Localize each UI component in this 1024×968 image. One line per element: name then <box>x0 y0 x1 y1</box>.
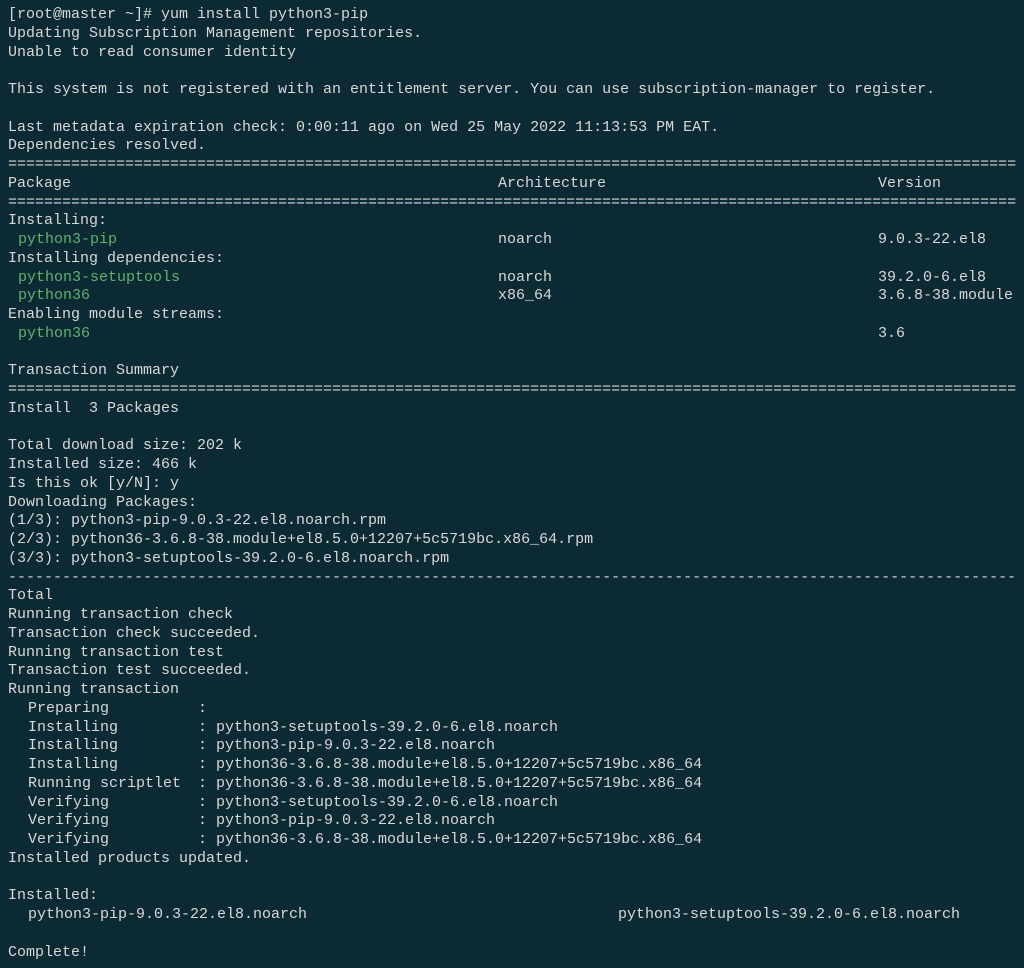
package-version: 3.6.8-38.module <box>878 287 1016 306</box>
step-value: : <box>198 700 1016 719</box>
output-line: Running transaction test <box>8 644 1016 663</box>
blank-line <box>8 925 1016 944</box>
output-line: Dependencies resolved. <box>8 137 1016 156</box>
package-name: python36 <box>8 287 498 306</box>
package-row: python3-setuptools noarch 39.2.0-6.el8 <box>8 269 1016 288</box>
header-architecture: Architecture <box>498 175 878 194</box>
step-label: Verifying <box>8 812 198 831</box>
blank-line <box>8 62 1016 81</box>
download-line: (1/3): python3-pip-9.0.3-22.el8.noarch.r… <box>8 512 1016 531</box>
output-line: Transaction test succeeded. <box>8 662 1016 681</box>
download-line: (2/3): python36-3.6.8-38.module+el8.5.0+… <box>8 531 1016 550</box>
output-line: This system is not registered with an en… <box>8 81 1016 100</box>
step-row: Installing: python3-pip-9.0.3-22.el8.noa… <box>8 737 1016 756</box>
divider-line: ========================================… <box>8 156 1016 175</box>
downloading-packages: Downloading Packages: <box>8 494 1016 513</box>
step-row: Installing: python3-setuptools-39.2.0-6.… <box>8 719 1016 738</box>
complete-line: Complete! <box>8 944 1016 963</box>
blank-line <box>8 100 1016 119</box>
step-label: Installing <box>8 756 198 775</box>
output-line: Transaction check succeeded. <box>8 625 1016 644</box>
step-value: : python3-pip-9.0.3-22.el8.noarch <box>198 812 1016 831</box>
step-value: : python3-pip-9.0.3-22.el8.noarch <box>198 737 1016 756</box>
step-value: : python3-setuptools-39.2.0-6.el8.noarch <box>198 719 1016 738</box>
section-installing-deps: Installing dependencies: <box>8 250 1016 269</box>
package-arch <box>498 325 878 344</box>
package-name: python36 <box>8 325 498 344</box>
section-enabling: Enabling module streams: <box>8 306 1016 325</box>
package-name: python3-setuptools <box>8 269 498 288</box>
step-row: Preparing: <box>8 700 1016 719</box>
step-label: Verifying <box>8 794 198 813</box>
step-row: Running scriptlet: python36-3.6.8-38.mod… <box>8 775 1016 794</box>
divider-line: ========================================… <box>8 194 1016 213</box>
package-name: python3-pip <box>8 231 498 250</box>
shell-prompt: [root@master ~]# <box>8 6 161 23</box>
step-label: Installing <box>8 737 198 756</box>
package-version: 9.0.3-22.el8 <box>878 231 1016 250</box>
installed-row: python3-pip-9.0.3-22.el8.noarch python3-… <box>8 906 1016 925</box>
step-value: : python36-3.6.8-38.module+el8.5.0+12207… <box>198 756 1016 775</box>
package-arch: noarch <box>498 269 878 288</box>
step-label: Installing <box>8 719 198 738</box>
step-row: Verifying: python3-pip-9.0.3-22.el8.noar… <box>8 812 1016 831</box>
installed-title: Installed: <box>8 887 1016 906</box>
divider-line: ========================================… <box>8 381 1016 400</box>
download-line: (3/3): python3-setuptools-39.2.0-6.el8.n… <box>8 550 1016 569</box>
total-download-size: Total download size: 202 k <box>8 437 1016 456</box>
step-row: Verifying: python3-setuptools-39.2.0-6.e… <box>8 794 1016 813</box>
package-arch: noarch <box>498 231 878 250</box>
command-text: yum install python3-pip <box>161 6 368 23</box>
output-line: Running transaction <box>8 681 1016 700</box>
package-version: 39.2.0-6.el8 <box>878 269 1016 288</box>
header-package: Package <box>8 175 498 194</box>
products-updated: Installed products updated. <box>8 850 1016 869</box>
blank-line <box>8 869 1016 888</box>
step-label: Running scriptlet <box>8 775 198 794</box>
output-line: Unable to read consumer identity <box>8 44 1016 63</box>
package-arch: x86_64 <box>498 287 878 306</box>
step-label: Verifying <box>8 831 198 850</box>
transaction-summary-title: Transaction Summary <box>8 362 1016 381</box>
package-version: 3.6 <box>878 325 1016 344</box>
blank-line <box>8 344 1016 363</box>
step-row: Installing: python36-3.6.8-38.module+el8… <box>8 756 1016 775</box>
installed-package: python3-pip-9.0.3-22.el8.noarch <box>8 906 618 925</box>
package-row: python36 3.6 <box>8 325 1016 344</box>
package-row: python3-pip noarch 9.0.3-22.el8 <box>8 231 1016 250</box>
install-count: Install 3 Packages <box>8 400 1016 419</box>
output-line: Updating Subscription Management reposit… <box>8 25 1016 44</box>
output-line: Running transaction check <box>8 606 1016 625</box>
step-row: Verifying: python36-3.6.8-38.module+el8.… <box>8 831 1016 850</box>
confirm-prompt: Is this ok [y/N]: y <box>8 475 1016 494</box>
total-line: Total <box>8 587 1016 606</box>
blank-line <box>8 419 1016 438</box>
installed-package: python3-setuptools-39.2.0-6.el8.noarch <box>618 906 1016 925</box>
installed-size: Installed size: 466 k <box>8 456 1016 475</box>
header-version: Version <box>878 175 1016 194</box>
step-label: Preparing <box>8 700 198 719</box>
step-value: : python3-setuptools-39.2.0-6.el8.noarch <box>198 794 1016 813</box>
section-installing: Installing: <box>8 212 1016 231</box>
output-line: Last metadata expiration check: 0:00:11 … <box>8 119 1016 138</box>
table-header: Package Architecture Version <box>8 175 1016 194</box>
prompt-line: [root@master ~]# yum install python3-pip <box>8 6 1016 25</box>
step-value: : python36-3.6.8-38.module+el8.5.0+12207… <box>198 775 1016 794</box>
dash-divider-line: ----------------------------------------… <box>8 569 1016 588</box>
step-value: : python36-3.6.8-38.module+el8.5.0+12207… <box>198 831 1016 850</box>
package-row: python36 x86_64 3.6.8-38.module <box>8 287 1016 306</box>
